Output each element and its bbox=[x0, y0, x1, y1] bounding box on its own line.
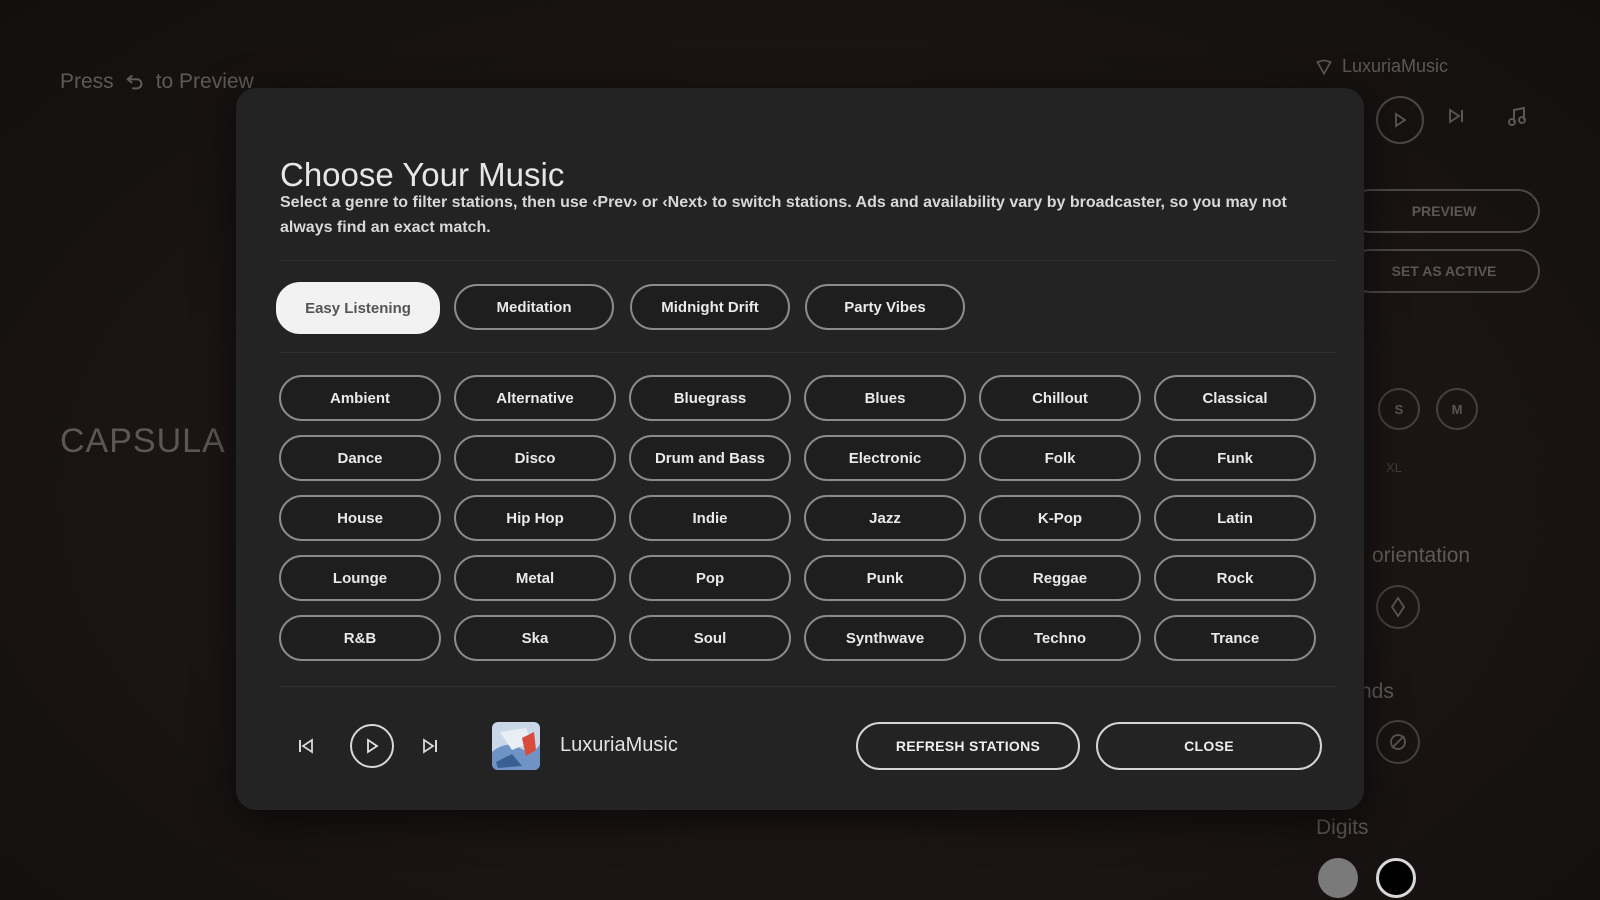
music-brand-icon bbox=[1316, 58, 1332, 75]
genre-jazz[interactable]: Jazz bbox=[804, 495, 966, 541]
size-option-m[interactable]: M bbox=[1436, 388, 1478, 430]
side-brand: LuxuriaMusic bbox=[1314, 56, 1448, 77]
side-music-button[interactable] bbox=[1506, 106, 1528, 128]
digit-color-black[interactable] bbox=[1376, 858, 1416, 898]
orientation-button[interactable] bbox=[1376, 585, 1420, 629]
genre-punk[interactable]: Punk bbox=[804, 555, 966, 601]
station-name: LuxuriaMusic bbox=[560, 734, 678, 756]
skip-next-icon bbox=[1449, 108, 1463, 124]
mute-icon bbox=[1390, 734, 1406, 750]
mood-meditation[interactable]: Meditation bbox=[454, 284, 614, 330]
hint-suffix: to Preview bbox=[155, 70, 254, 93]
station-artwork bbox=[492, 722, 540, 770]
genre-drum-and-bass[interactable]: Drum and Bass bbox=[629, 435, 791, 481]
size-option-s[interactable]: S bbox=[1378, 388, 1420, 430]
genre-k-pop[interactable]: K-Pop bbox=[979, 495, 1141, 541]
side-play-button[interactable] bbox=[1376, 96, 1424, 144]
sound-off-button[interactable] bbox=[1376, 720, 1420, 764]
divider bbox=[280, 686, 1336, 687]
divider bbox=[280, 260, 1336, 261]
skip-previous-icon bbox=[299, 738, 313, 754]
dialog-title: Choose Your Music bbox=[280, 156, 565, 194]
genre-ambient[interactable]: Ambient bbox=[279, 375, 441, 421]
mood-party-vibes[interactable]: Party Vibes bbox=[805, 284, 965, 330]
genre-techno[interactable]: Techno bbox=[979, 615, 1141, 661]
side-next-button[interactable] bbox=[1446, 106, 1466, 126]
digits-label: Digits bbox=[1316, 816, 1369, 839]
next-station-button[interactable] bbox=[416, 732, 444, 760]
genre-trance[interactable]: Trance bbox=[1154, 615, 1316, 661]
skip-next-icon bbox=[423, 738, 437, 754]
genre-chillout[interactable]: Chillout bbox=[979, 375, 1141, 421]
genre-ska[interactable]: Ska bbox=[454, 615, 616, 661]
prev-station-button[interactable] bbox=[292, 732, 320, 760]
mood-midnight-drift[interactable]: Midnight Drift bbox=[630, 284, 790, 330]
genre-hip-hop[interactable]: Hip Hop bbox=[454, 495, 616, 541]
side-set-active-button[interactable]: SET AS ACTIVE bbox=[1348, 249, 1540, 293]
genre-alternative[interactable]: Alternative bbox=[454, 375, 616, 421]
side-brand-name: LuxuriaMusic bbox=[1342, 56, 1449, 76]
genre-classical[interactable]: Classical bbox=[1154, 375, 1316, 421]
genre-reggae[interactable]: Reggae bbox=[979, 555, 1141, 601]
size-option-xl[interactable]: XL bbox=[1386, 460, 1402, 475]
genre-folk[interactable]: Folk bbox=[979, 435, 1141, 481]
genre-funk[interactable]: Funk bbox=[1154, 435, 1316, 481]
side-preview-button[interactable]: PREVIEW bbox=[1348, 189, 1540, 233]
close-button[interactable]: CLOSE bbox=[1096, 722, 1322, 770]
rotate-icon bbox=[1390, 596, 1406, 618]
play-icon bbox=[1395, 112, 1407, 128]
genre-disco[interactable]: Disco bbox=[454, 435, 616, 481]
play-icon bbox=[367, 738, 379, 754]
genre-lounge[interactable]: Lounge bbox=[279, 555, 441, 601]
genre-blues[interactable]: Blues bbox=[804, 375, 966, 421]
watch-face-title: CAPSULA S bbox=[60, 422, 258, 460]
player-footer: LuxuriaMusic REFRESH STATIONS CLOSE bbox=[236, 690, 1364, 810]
play-button[interactable] bbox=[350, 724, 394, 768]
genre-latin[interactable]: Latin bbox=[1154, 495, 1316, 541]
genre-electronic[interactable]: Electronic bbox=[804, 435, 966, 481]
digit-color-gray[interactable] bbox=[1318, 858, 1358, 898]
genre-metal[interactable]: Metal bbox=[454, 555, 616, 601]
genre-soul[interactable]: Soul bbox=[629, 615, 791, 661]
genre-dance[interactable]: Dance bbox=[279, 435, 441, 481]
genre-indie[interactable]: Indie bbox=[629, 495, 791, 541]
genre-r-and-b[interactable]: R&B bbox=[279, 615, 441, 661]
sounds-label: nds bbox=[1360, 680, 1394, 703]
divider bbox=[280, 352, 1336, 353]
undo-icon bbox=[125, 74, 143, 90]
station-logo-icon bbox=[492, 722, 540, 770]
genre-pop[interactable]: Pop bbox=[629, 555, 791, 601]
genre-house[interactable]: House bbox=[279, 495, 441, 541]
music-note-icon bbox=[1508, 106, 1526, 126]
music-chooser-dialog: Choose Your Music Select a genre to filt… bbox=[236, 88, 1364, 810]
genre-synthwave[interactable]: Synthwave bbox=[804, 615, 966, 661]
preview-hint: Press to Preview bbox=[60, 70, 254, 94]
orientation-label: orientation bbox=[1372, 544, 1471, 567]
genre-bluegrass[interactable]: Bluegrass bbox=[629, 375, 791, 421]
hint-prefix: Press bbox=[60, 70, 114, 93]
mood-easy-listening[interactable]: Easy Listening bbox=[276, 282, 440, 334]
dialog-description: Select a genre to filter stations, then … bbox=[280, 194, 1287, 236]
genre-rock[interactable]: Rock bbox=[1154, 555, 1316, 601]
refresh-stations-button[interactable]: REFRESH STATIONS bbox=[856, 722, 1080, 770]
